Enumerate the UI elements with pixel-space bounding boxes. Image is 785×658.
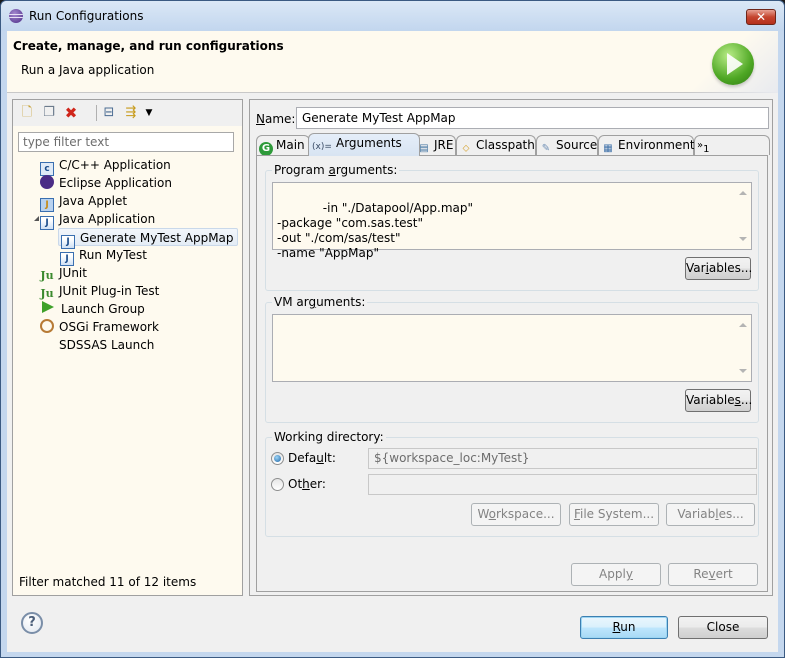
tree-item-label: Generate MyTest AppMap [80,231,234,245]
program-arguments-label: Program arguments: [272,163,400,177]
tree-item-eclipse-application[interactable]: Eclipse Application [40,174,172,192]
eclipse-icon [9,9,23,23]
file-system-button[interactable]: File System... [569,503,659,526]
tree-item-label: C/C++ Application [59,158,171,172]
working-directory-variables-button[interactable]: Variables... [666,503,755,526]
toolbar-separator [96,105,97,121]
expand-toggle-icon[interactable] [34,216,39,221]
tree-item-c-cpp-application[interactable]: c C/C++ Application [40,156,171,176]
launch-configurations-panel: 🗋 ❐ ✖ ⊟ ⇶ ▼ type filter text c C/C++ Appl… [12,99,243,596]
tab-jre[interactable]: ▤ JRE [414,135,456,155]
tree-item-java-application[interactable]: J Java Application [40,210,156,230]
default-directory-label: Default: [288,451,336,465]
name-input[interactable]: Generate MyTest AppMap [296,107,769,129]
tree-item-label: JUnit Plug-in Test [59,284,160,298]
other-directory-field[interactable] [368,474,757,495]
filter-input[interactable]: type filter text [18,132,234,152]
tab-source[interactable]: ✎ Source [536,135,598,155]
collapse-all-icon[interactable]: ⊟ [101,105,117,121]
tree-item-label: Launch Group [61,302,145,316]
source-tab-icon: ✎ [541,143,551,154]
tab-arguments[interactable]: (x)= Arguments [308,133,420,156]
working-directory-label: Working directory: [272,430,386,444]
vm-arguments-label: VM arguments: [272,295,368,309]
tab-environment[interactable]: ▦ Environment [598,135,695,155]
tree-item-launch-group[interactable]: Launch Group [42,300,145,318]
java-application-icon: J [40,216,54,230]
tree-item-junit[interactable]: Ju JUnit [40,264,87,282]
name-label: Name: [256,112,296,126]
scroll-up-icon[interactable] [739,191,747,195]
banner-subtitle: Run a Java application [21,63,155,77]
more-tabs-button[interactable]: »1 [694,135,770,155]
dialog-client: Create, manage, and run configurations R… [7,31,778,652]
osgi-icon [40,319,54,333]
tree-item-label: SDSSAS Launch [59,338,155,352]
tree-item-label: OSGi Framework [59,320,159,334]
title-bar: Run Configurations ✕ [1,1,784,31]
view-menu-chevron-down-icon[interactable]: ▼ [141,105,157,121]
tree-item-label: Eclipse Application [59,176,172,190]
main-tab-icon: G [259,142,273,156]
other-directory-radio[interactable] [271,478,284,491]
vm-arguments-scrollbar[interactable] [735,315,751,381]
vm-arguments-textarea[interactable] [272,314,752,382]
tree-item-junit-plugin-test[interactable]: Ju JUnit Plug-in Test [40,282,159,300]
configuration-editor: Name: Generate MyTest AppMap G Main (x)= A… [249,99,773,596]
run-button[interactable]: Run [580,616,668,639]
tree-item-run-mytest[interactable]: J Run MyTest [60,246,147,266]
tree-item-java-applet[interactable]: J Java Applet [40,192,128,212]
classpath-tab-icon: ⬦ [462,143,470,154]
arguments-tab-icon: (x)= [312,142,332,152]
apply-button[interactable]: Apply [571,563,661,586]
vm-arguments-group: VM arguments: Variables... [265,295,759,423]
working-directory-group: Working directory: Default: ${workspace_… [265,430,759,537]
window-close-button[interactable]: ✕ [746,9,776,25]
delete-configuration-icon[interactable]: ✖ [63,105,79,121]
other-directory-label: Other: [288,477,326,491]
revert-button[interactable]: Revert [668,563,758,586]
eclipse-application-icon [40,175,54,189]
tree-item-generate-mytest-appmap[interactable]: J Generate MyTest AppMap [58,228,238,249]
header-banner: Create, manage, and run configurations R… [7,31,778,93]
program-arguments-variables-button[interactable]: Variables... [685,257,752,280]
vm-arguments-variables-button[interactable]: Variables... [685,389,752,412]
new-configuration-icon[interactable]: 🗋 [19,105,35,121]
close-button[interactable]: Close [678,616,768,639]
tree-item-label: JUnit [59,266,87,280]
scroll-down-icon[interactable] [739,369,747,373]
tree-item-label: Run MyTest [79,248,147,262]
launch-group-icon [42,301,54,313]
tab-classpath[interactable]: ⬦ Classpath [456,135,536,155]
duplicate-configuration-icon[interactable]: ❐ [41,105,57,121]
program-arguments-scrollbar[interactable] [735,183,751,249]
arguments-tab-content: Program arguments: -in "./Datapool/App.m… [256,155,768,592]
scroll-up-icon[interactable] [739,323,747,327]
program-arguments-group: Program arguments: -in "./Datapool/App.m… [265,163,759,291]
tree-item-osgi-framework[interactable]: OSGi Framework [40,318,159,336]
default-directory-field: ${workspace_loc:MyTest} [368,448,757,469]
run-configurations-window: Run Configurations ✕ Create, manage, and… [0,0,785,658]
workspace-button[interactable]: Workspace... [471,503,561,526]
filter-configurations-icon[interactable]: ⇶ [123,105,139,121]
environment-tab-icon: ▦ [603,143,613,154]
tree-item-sdssas-launch[interactable]: SDSSAS Launch [59,336,154,354]
tab-main[interactable]: G Main [256,135,310,156]
default-directory-radio[interactable] [271,452,284,465]
tree-item-label: Java Applet [59,194,128,208]
program-arguments-textarea[interactable]: -in "./Datapool/App.map" -package "com.s… [272,182,752,260]
filter-status: Filter matched 11 of 12 items [19,575,197,589]
tab-bar: G Main (x)= Arguments ▤ JRE ⬦ Classpath ✎ Sou… [256,133,770,156]
run-icon [712,43,754,85]
configurations-toolbar: 🗋 ❐ ✖ ⊟ ⇶ ▼ [13,100,242,126]
scroll-down-icon[interactable] [739,237,747,241]
banner-title: Create, manage, and run configurations [13,39,284,53]
tree-item-label: Java Application [59,212,156,226]
help-icon[interactable]: ? [21,612,43,634]
window-title: Run Configurations [29,9,144,23]
